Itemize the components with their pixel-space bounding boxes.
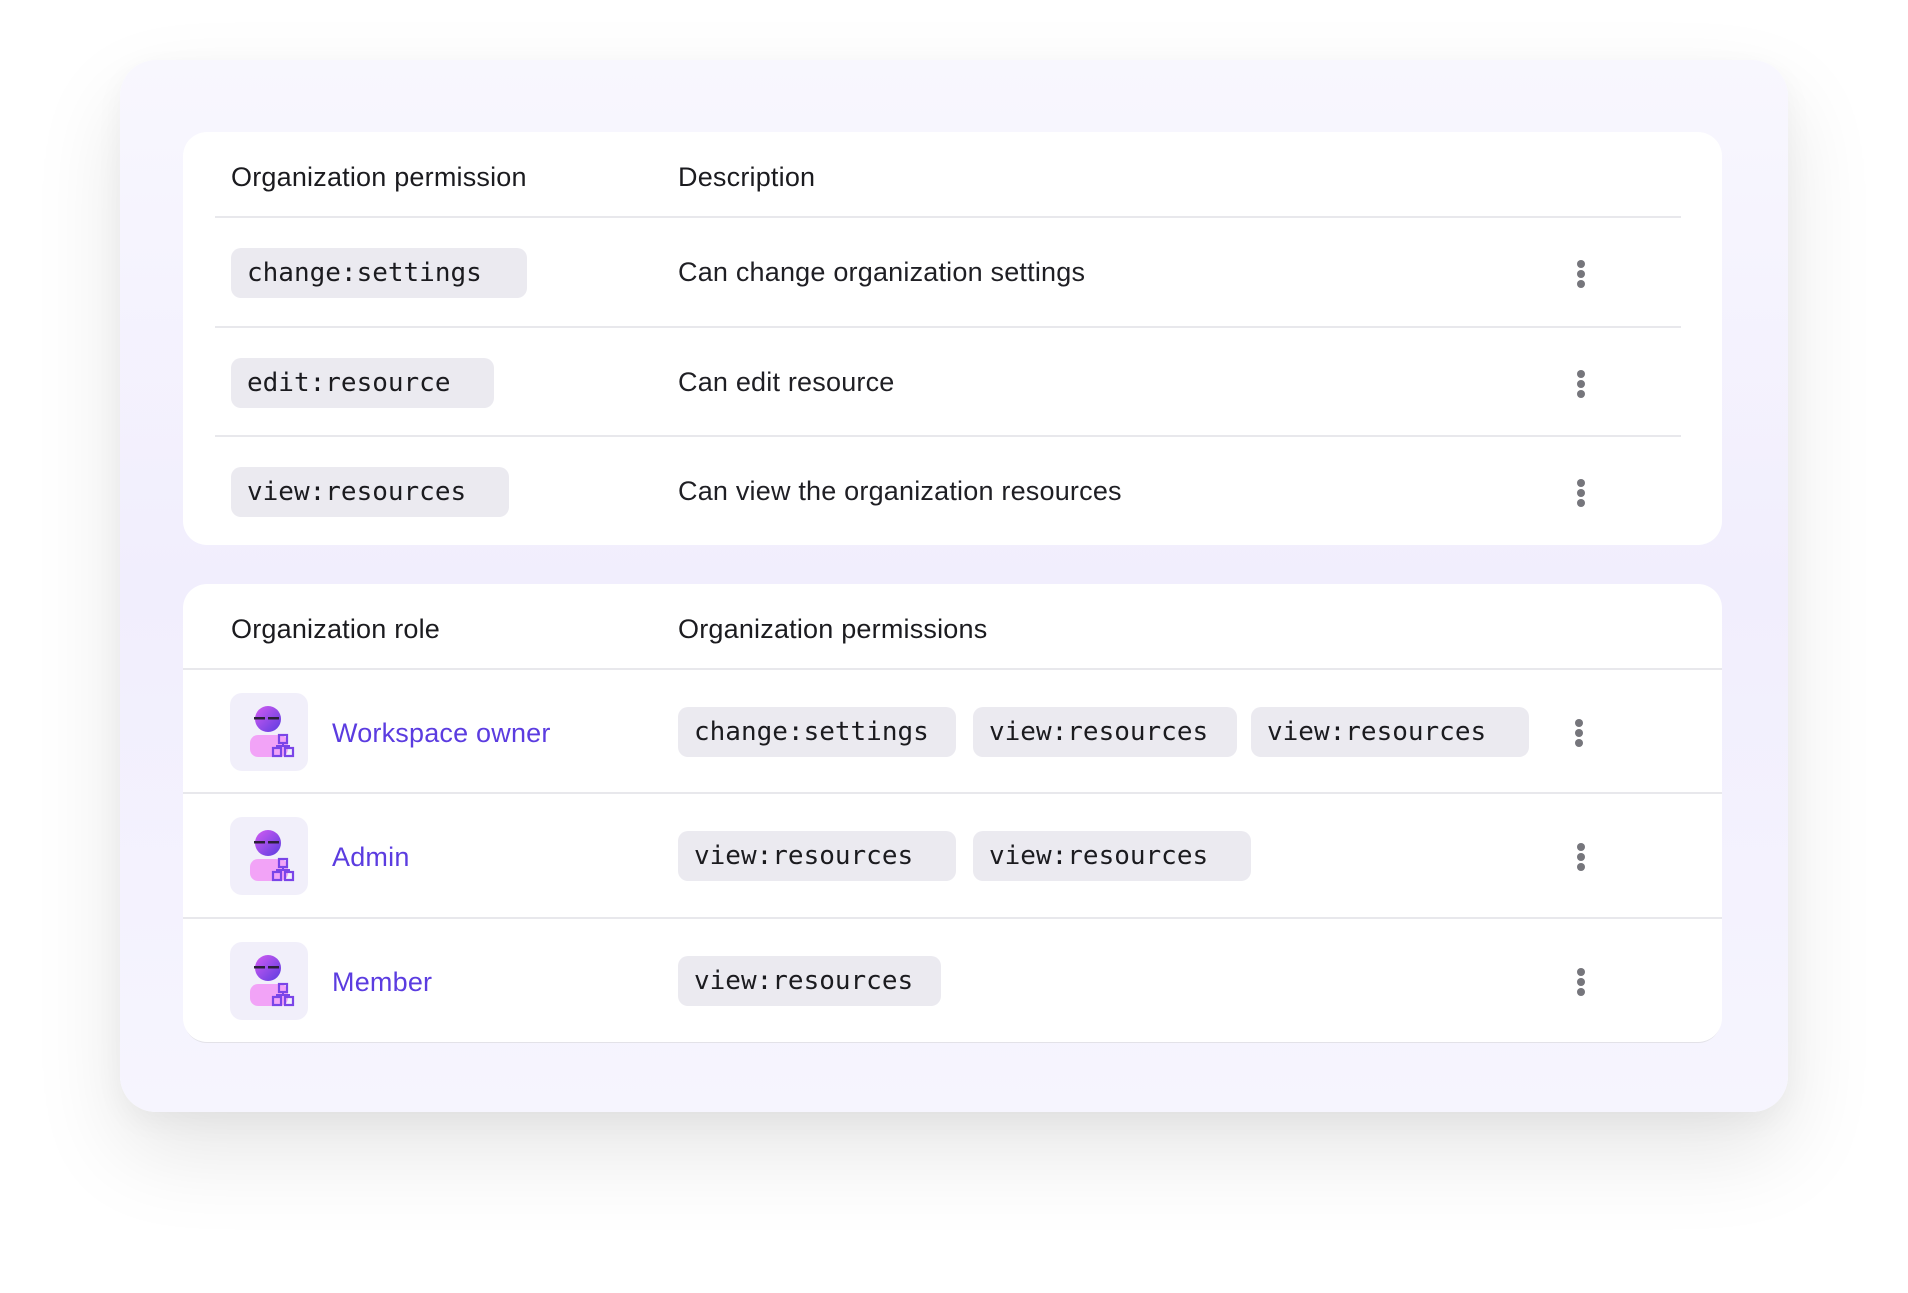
column-header-role: Organization role [231, 614, 440, 645]
more-vertical-icon[interactable] [1571, 961, 1591, 1001]
permission-chip: view:resources [973, 831, 1251, 881]
table-row: edit:resource Can edit resource [183, 328, 1722, 436]
permission-chip: edit:resource [231, 358, 494, 408]
permission-description: Can edit resource [678, 367, 895, 398]
user-org-role-icon [230, 693, 308, 771]
permission-chip: view:resources [973, 707, 1237, 757]
more-vertical-icon[interactable] [1571, 472, 1591, 512]
permission-chip: change:settings [231, 248, 527, 298]
role-link[interactable]: Workspace owner [332, 718, 551, 749]
user-org-role-icon [230, 817, 308, 895]
column-header-permission: Organization permission [231, 162, 527, 193]
role-link[interactable]: Member [332, 967, 432, 998]
more-vertical-icon[interactable] [1571, 836, 1591, 876]
permission-chip: view:resources [1251, 707, 1529, 757]
table-row: Member view:resources [183, 919, 1722, 1042]
organization-permissions-panel: Organization permission Description chan… [120, 60, 1788, 1112]
column-header-permissions: Organization permissions [678, 614, 987, 645]
column-header-description: Description [678, 162, 815, 193]
table-row: view:resources Can view the organization… [183, 437, 1722, 545]
role-link[interactable]: Admin [332, 842, 410, 873]
more-vertical-icon[interactable] [1571, 363, 1591, 403]
permission-description: Can change organization settings [678, 257, 1085, 288]
permission-description: Can view the organization resources [678, 476, 1122, 507]
table-row: Workspace owner change:settings view:res… [183, 670, 1722, 793]
table-row: Admin view:resources view:resources [183, 794, 1722, 917]
permission-chip: change:settings [678, 707, 956, 757]
more-vertical-icon[interactable] [1569, 712, 1589, 752]
user-org-role-icon [230, 942, 308, 1020]
roles-table: Organization role Organization permissio… [183, 584, 1722, 1042]
permissions-table: Organization permission Description chan… [183, 132, 1722, 545]
permission-chip: view:resources [231, 467, 509, 517]
table-row: change:settings Can change organization … [183, 218, 1722, 326]
more-vertical-icon[interactable] [1571, 253, 1591, 293]
permission-chip: view:resources [678, 956, 941, 1006]
permission-chip: view:resources [678, 831, 956, 881]
